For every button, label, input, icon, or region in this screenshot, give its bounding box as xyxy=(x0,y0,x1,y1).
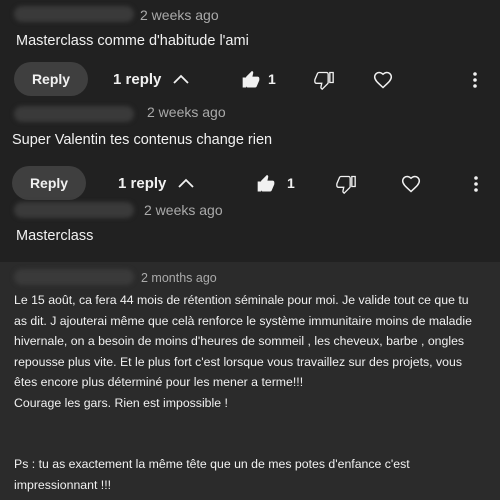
reply-button[interactable]: Reply xyxy=(12,166,86,200)
comment-line: impressionnant !!! xyxy=(14,477,112,492)
comment-2: 2 weeks ago Super Valentin tes contenus … xyxy=(0,100,500,200)
dislike-icon[interactable] xyxy=(335,173,357,195)
comment-1: 2 weeks ago Masterclass comme d'habitude… xyxy=(0,0,500,100)
comment-line: Le 15 août, ca fera 44 mois de rétention… xyxy=(14,293,469,307)
blurred-author-name xyxy=(14,106,134,122)
comment-line: êtes encore plus déterminé pour les mene… xyxy=(14,375,304,389)
view-replies-button[interactable]: 1 reply xyxy=(113,62,190,96)
comment-line: repousse plus vite. Et le plus fort c'es… xyxy=(14,354,462,369)
comment-actions: Reply 1 reply 1 xyxy=(0,62,500,98)
more-vertical-icon[interactable] xyxy=(465,173,487,195)
comment-timestamp: 2 weeks ago xyxy=(147,104,226,120)
blurred-author-name xyxy=(14,6,134,22)
like-count: 1 xyxy=(287,175,295,191)
dislike-icon[interactable] xyxy=(313,69,335,91)
replies-count-label: 1 reply xyxy=(113,70,162,88)
comment-timestamp: 2 months ago xyxy=(141,271,217,285)
like-icon[interactable] xyxy=(255,173,277,195)
heart-icon[interactable] xyxy=(400,173,422,195)
comment-line: Ps : tu as exactement la même tête que u… xyxy=(14,457,410,471)
comment-text: Le 15 août, ca fera 44 mois de rétention… xyxy=(14,290,496,495)
comment-3: 2 weeks ago Masterclass xyxy=(0,200,500,262)
more-vertical-icon[interactable] xyxy=(464,69,486,91)
comment-text: Masterclass xyxy=(16,228,94,244)
like-icon[interactable] xyxy=(240,69,262,91)
comment-timestamp: 2 weeks ago xyxy=(140,7,219,23)
comment-line: as dit. J ajouterai même que celà renfor… xyxy=(14,313,472,328)
comment-text: Super Valentin tes contenus change rien xyxy=(12,132,273,148)
view-replies-button[interactable]: 1 reply xyxy=(118,166,195,200)
comment-text: Masterclass comme d'habitude l'ami xyxy=(16,33,249,49)
comment-actions: Reply 1 reply 1 xyxy=(0,166,500,202)
chevron-up-icon xyxy=(173,74,190,84)
blurred-author-name xyxy=(14,202,134,218)
like-count: 1 xyxy=(268,71,276,87)
heart-icon[interactable] xyxy=(372,69,394,91)
replies-count-label: 1 reply xyxy=(118,174,167,192)
reply-button[interactable]: Reply xyxy=(14,62,88,96)
comment-line: Courage les gars. Rien est impossible ! xyxy=(14,395,228,410)
comment-line: hivernale, on a besoin de moins d'heures… xyxy=(14,334,465,348)
blurred-author-name xyxy=(14,269,134,285)
chevron-up-icon xyxy=(178,178,195,188)
comment-timestamp: 2 weeks ago xyxy=(144,202,223,218)
